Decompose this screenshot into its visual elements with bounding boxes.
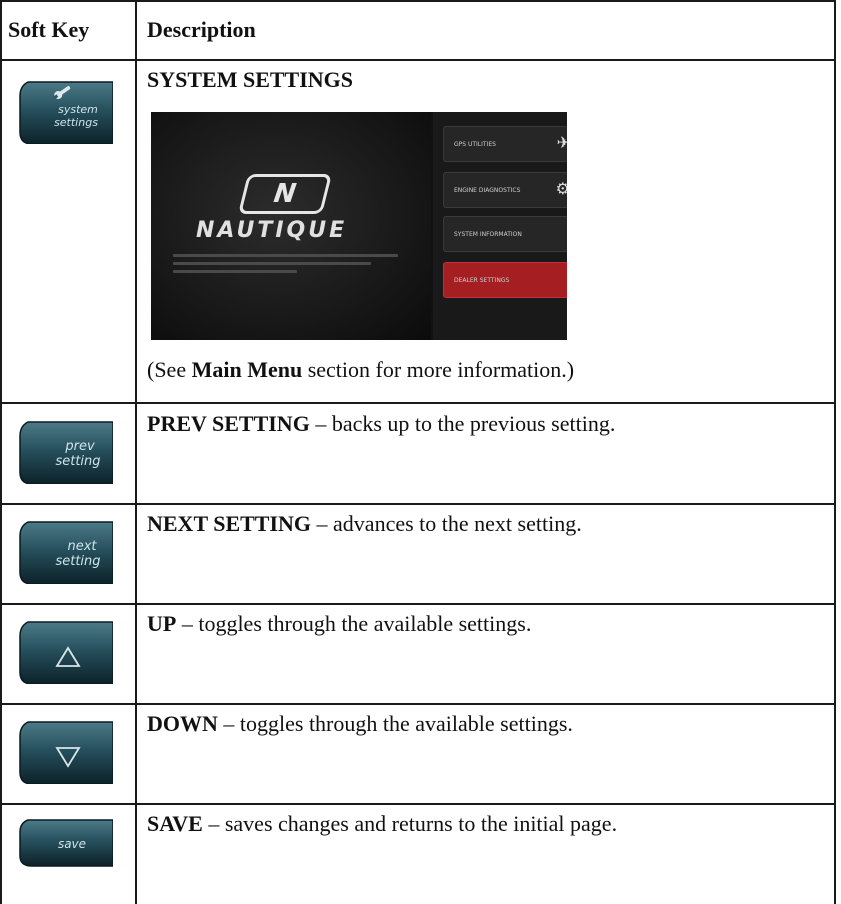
up-soft-key[interactable] (18, 620, 113, 684)
next-setting-key-label-line1: next (67, 539, 97, 554)
main-menu-screenshot: N NAUTIQUE GPS UTILITIES ✈ ENGINE DIAGNOS… (151, 112, 567, 340)
soft-key-table: Soft Key Description system settings SYS… (0, 0, 841, 904)
prev-setting-key-label-line2: setting (55, 454, 100, 469)
system-settings-title: SYSTEM SETTINGS (147, 67, 354, 92)
system-settings-soft-key[interactable]: system settings (18, 80, 113, 144)
header-description: Description (147, 17, 256, 42)
save-key-label: save (58, 837, 86, 851)
next-setting-description: NEXT SETTING – advances to the next sett… (147, 511, 582, 536)
system-settings-note: (See Main Menu section for more informat… (147, 357, 575, 382)
table-border-right (834, 0, 836, 904)
table-row-divider (0, 503, 836, 505)
up-description: UP – toggles through the available setti… (147, 611, 532, 636)
down-description: DOWN – toggles through the available set… (147, 711, 573, 736)
table-row-divider (0, 402, 836, 404)
table-row-divider (0, 803, 836, 805)
nautique-brand-text: NAUTIQUE (196, 218, 348, 243)
down-soft-key[interactable] (18, 720, 113, 784)
prev-setting-key-label-line1: prev (64, 439, 95, 454)
satellite-icon: ✈ (556, 133, 567, 152)
table-column-divider (135, 0, 137, 904)
table-row-divider (0, 703, 836, 705)
menu-engine-diagnostics: ENGINE DIAGNOSTICS ⚙ (443, 172, 567, 208)
engine-icon: ⚙ (555, 179, 567, 198)
menu-system-information: SYSTEM INFORMATION (443, 216, 567, 252)
table-row-divider (0, 603, 836, 605)
save-soft-key[interactable]: save (18, 818, 113, 868)
menu-gps-utilities: GPS UTILITIES ✈ (443, 126, 567, 162)
prev-setting-description: PREV SETTING – backs up to the previous … (147, 411, 616, 436)
table-border-left (0, 0, 2, 904)
main-menu-link-text: Main Menu (191, 357, 303, 382)
menu-dealer-settings: DEALER SETTINGS (443, 262, 567, 298)
next-setting-soft-key[interactable]: next setting (18, 520, 113, 584)
prev-setting-soft-key[interactable]: prev setting (18, 420, 113, 484)
nautique-logo-icon: N (238, 174, 332, 214)
header-soft-key: Soft Key (8, 17, 90, 42)
system-settings-key-label-line1: system (58, 103, 98, 116)
next-setting-key-label-line2: setting (55, 554, 100, 569)
fine-print-lines (173, 254, 398, 280)
save-description: SAVE – saves changes and returns to the … (147, 811, 618, 836)
system-settings-key-label-line2: settings (54, 116, 98, 129)
